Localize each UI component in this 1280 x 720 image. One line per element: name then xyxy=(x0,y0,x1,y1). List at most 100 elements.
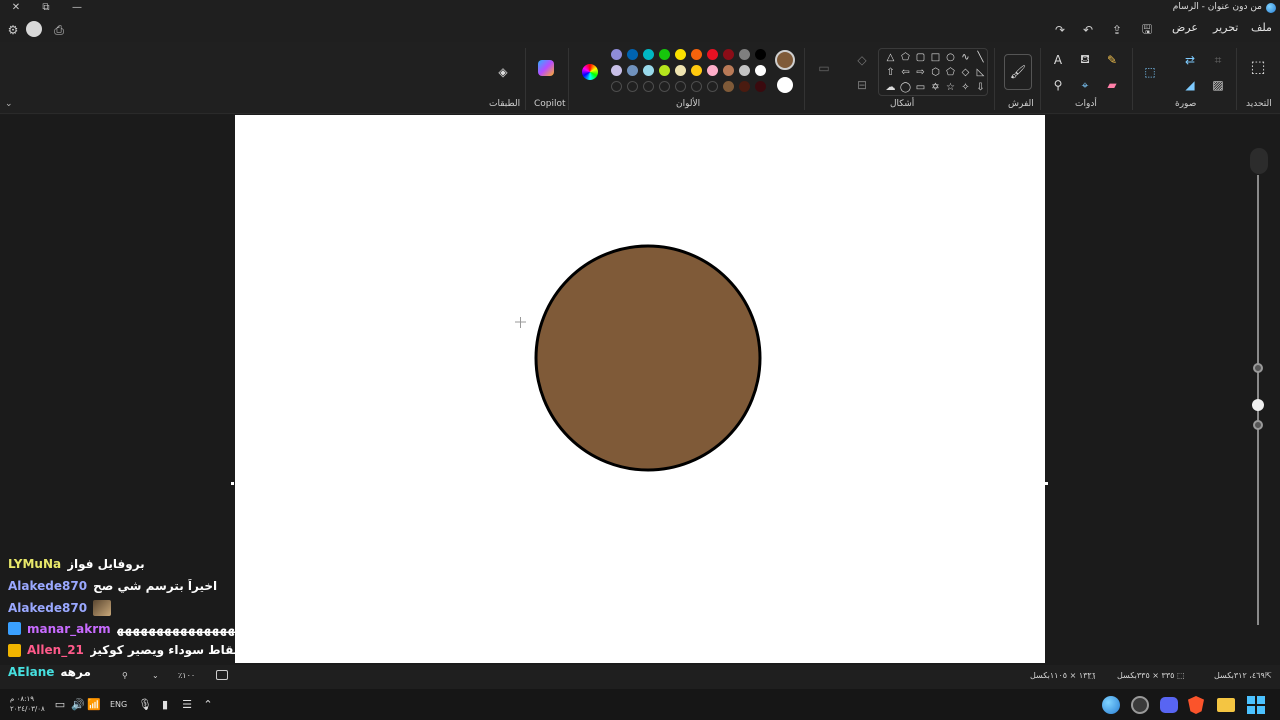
color-swatch[interactable] xyxy=(691,65,702,76)
pencil-icon[interactable]: ✎ xyxy=(1104,52,1120,68)
color-swatch[interactable] xyxy=(611,65,622,76)
app-tray-icon[interactable]: ▮ xyxy=(157,696,173,712)
color-swatch[interactable] xyxy=(755,65,766,76)
copilot-icon[interactable] xyxy=(538,60,554,76)
color-swatch[interactable] xyxy=(707,81,718,92)
triangle-shape-icon[interactable]: △ xyxy=(884,51,897,64)
color-swatch[interactable] xyxy=(675,65,686,76)
color-swatch[interactable] xyxy=(739,49,750,60)
four-point-star-icon[interactable]: ✧ xyxy=(959,81,972,94)
magnifier-icon[interactable]: ⚲ xyxy=(1050,77,1066,93)
brush-icon[interactable]: 🖌 xyxy=(1004,54,1032,90)
right-arrow-shape-icon[interactable]: ⇨ xyxy=(914,66,927,79)
share-icon[interactable]: ⎙ xyxy=(50,21,68,39)
rectangle-shape-icon[interactable]: □ xyxy=(929,51,942,64)
oval-shape-icon[interactable]: ○ xyxy=(944,51,957,64)
five-point-star-icon[interactable]: ☆ xyxy=(944,81,957,94)
color-swatch[interactable] xyxy=(611,81,622,92)
maximize-button[interactable]: ⧉ xyxy=(38,0,54,14)
color-swatch[interactable] xyxy=(723,49,734,60)
color-swatch[interactable] xyxy=(755,49,766,60)
fill-bucket-icon[interactable]: ⛾ xyxy=(1077,52,1093,68)
fit-icon[interactable] xyxy=(1250,148,1268,174)
discord-icon[interactable] xyxy=(1160,697,1178,713)
color-swatch[interactable] xyxy=(739,65,750,76)
up-arrow-shape-icon[interactable]: ⇧ xyxy=(884,66,897,79)
menu-view[interactable]: عرض xyxy=(1172,21,1198,34)
save-icon[interactable]: 🖫 xyxy=(1139,22,1155,38)
ribbon-collapse-icon[interactable]: ⌄ xyxy=(5,99,13,109)
clock[interactable]: ٠٨:١٩ م ٢٠٢٤/٠٣/٠٨ xyxy=(10,694,45,714)
color-swatch[interactable] xyxy=(659,49,670,60)
color-swatch[interactable] xyxy=(627,81,638,92)
callout-rect-icon[interactable]: ▭ xyxy=(914,81,927,94)
pentagon-shape-icon[interactable]: ⬠ xyxy=(944,66,957,79)
hexagon-shape-icon[interactable]: ⬡ xyxy=(929,66,942,79)
color-swatch[interactable] xyxy=(691,49,702,60)
brown-circle-shape[interactable] xyxy=(534,244,762,472)
size-slider-thumb[interactable] xyxy=(1253,420,1263,430)
color-swatch[interactable] xyxy=(659,65,670,76)
close-button[interactable]: ✕ xyxy=(8,0,24,14)
wifi-icon[interactable]: 📶 xyxy=(86,696,102,712)
app-taskbar-icon[interactable] xyxy=(1131,696,1149,714)
color-swatch[interactable] xyxy=(643,49,654,60)
language-indicator[interactable]: ENG xyxy=(110,700,127,709)
color-swatch[interactable] xyxy=(643,81,654,92)
canvas-resize-handle[interactable] xyxy=(231,482,234,485)
edit-colors-icon[interactable] xyxy=(582,64,598,80)
crop-icon[interactable]: ⌗ xyxy=(1210,52,1226,68)
color-swatch[interactable] xyxy=(675,49,686,60)
share-file-icon[interactable]: ⇪ xyxy=(1109,22,1125,38)
remove-background-icon[interactable]: ▨ xyxy=(1210,77,1226,93)
color-swatch[interactable] xyxy=(707,65,718,76)
paint-taskbar-icon[interactable] xyxy=(1102,696,1120,714)
callout-oval-icon[interactable]: ◯ xyxy=(899,81,912,94)
minimize-button[interactable]: — xyxy=(69,0,85,14)
eraser-icon[interactable]: ▰ xyxy=(1104,77,1120,93)
color-swatch[interactable] xyxy=(627,65,638,76)
undo-icon[interactable]: ↶ xyxy=(1080,22,1096,38)
color-swatch[interactable] xyxy=(723,65,734,76)
color-swatch[interactable] xyxy=(611,49,622,60)
battery-icon[interactable]: ▭ xyxy=(52,696,68,712)
text-icon[interactable]: A xyxy=(1050,52,1066,68)
polygon-shape-icon[interactable]: ⬠ xyxy=(899,51,912,64)
file-explorer-icon[interactable] xyxy=(1217,698,1235,712)
shape-fill-icon[interactable]: ◇ xyxy=(854,52,870,68)
menu-edit[interactable]: تحرير xyxy=(1213,21,1238,34)
settings-tray-icon[interactable]: ☰ xyxy=(179,696,195,712)
show-hidden-icons[interactable]: ⌃ xyxy=(200,696,216,712)
brave-browser-icon[interactable] xyxy=(1188,696,1204,714)
rotate-icon[interactable]: ⇄ xyxy=(1182,52,1198,68)
diamond-shape-icon[interactable]: ◇ xyxy=(959,66,972,79)
curve-shape-icon[interactable]: ∿ xyxy=(959,51,972,64)
color-swatch[interactable] xyxy=(755,81,766,92)
color-swatch[interactable] xyxy=(723,81,734,92)
color-swatch[interactable] xyxy=(739,81,750,92)
image-select-icon[interactable]: ⬚ xyxy=(1142,64,1158,80)
color-swatch[interactable] xyxy=(675,81,686,92)
color-swatch[interactable] xyxy=(627,49,638,60)
secondary-color-swatch[interactable] xyxy=(777,77,793,93)
right-triangle-shape-icon[interactable]: ◺ xyxy=(974,66,987,79)
profile-icon[interactable] xyxy=(26,21,42,37)
selection-icon[interactable]: ⬚ xyxy=(1250,57,1266,76)
canvas-resize-handle[interactable] xyxy=(1045,482,1048,485)
windows-start-icon[interactable] xyxy=(1247,696,1265,714)
microphone-icon[interactable]: 🎙 xyxy=(137,696,153,712)
volume-icon[interactable]: 🔊 xyxy=(70,696,86,712)
shape-outline-icon[interactable]: ▭ xyxy=(816,60,832,76)
redo-icon[interactable]: ↷ xyxy=(1052,22,1068,38)
menu-file[interactable]: ملف xyxy=(1251,21,1272,34)
six-point-star-icon[interactable]: ✡ xyxy=(929,81,942,94)
color-swatch[interactable] xyxy=(691,81,702,92)
color-swatch[interactable] xyxy=(659,81,670,92)
zoom-slider-thumb[interactable] xyxy=(1253,363,1263,373)
color-swatch[interactable] xyxy=(707,49,718,60)
down-arrow-shape-icon[interactable]: ⇩ xyxy=(974,81,987,94)
color-picker-icon[interactable]: ⌖ xyxy=(1077,77,1093,93)
color-swatch[interactable] xyxy=(643,65,654,76)
shape-style-icon[interactable]: ⊟ xyxy=(854,77,870,93)
left-arrow-shape-icon[interactable]: ⇦ xyxy=(899,66,912,79)
